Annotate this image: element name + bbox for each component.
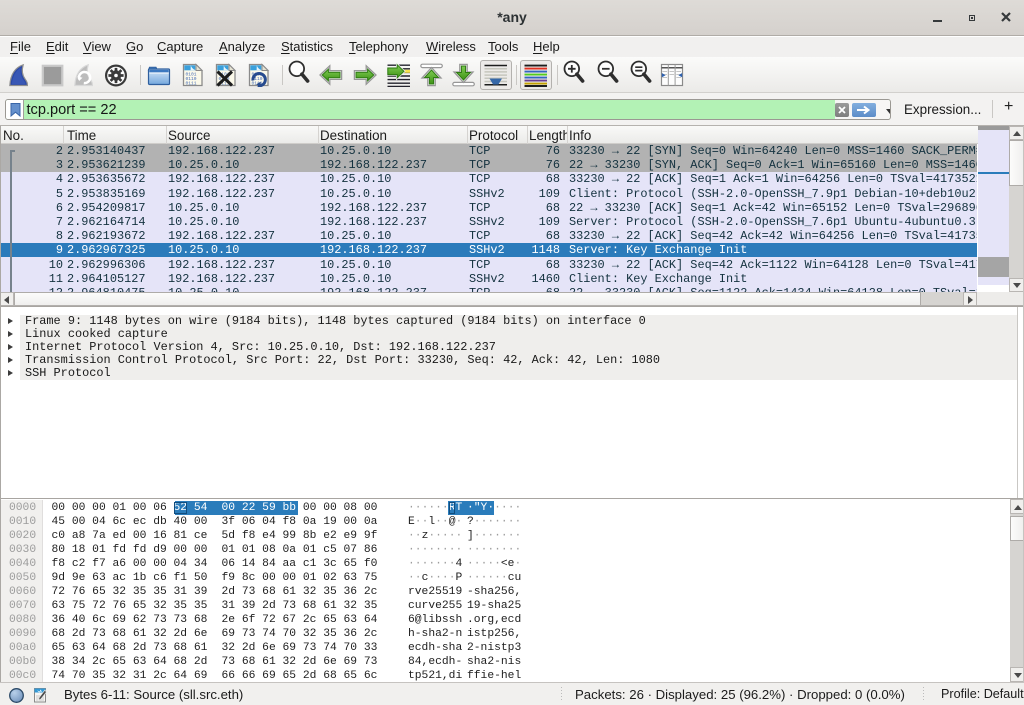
svg-text:0111: 0111 (186, 81, 197, 87)
